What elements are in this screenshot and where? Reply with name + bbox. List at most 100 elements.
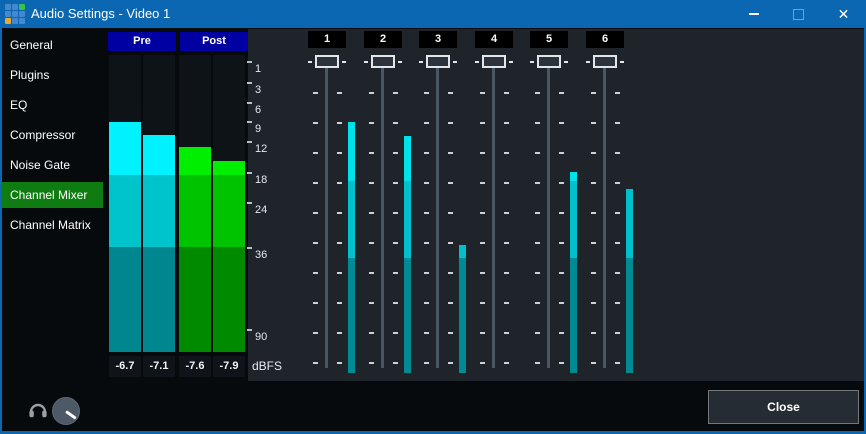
logo-square — [12, 4, 18, 10]
slider-tick — [615, 212, 620, 214]
slider-tick — [424, 92, 429, 94]
slider-tick — [424, 362, 429, 364]
channel-label-5: 5 — [530, 31, 568, 48]
knob-pointer — [65, 410, 77, 419]
vmix-logo-icon — [5, 4, 25, 24]
scale-label: 18 — [255, 175, 267, 186]
slider-tick — [615, 182, 620, 184]
slider-tick — [448, 212, 453, 214]
slider-tick — [337, 182, 342, 184]
slider-tick — [448, 122, 453, 124]
meter-value: -7.9 — [213, 356, 245, 377]
slider-tick — [559, 92, 564, 94]
slider-tick — [591, 122, 596, 124]
close-icon: ✕ — [838, 7, 850, 21]
scale-tick — [247, 247, 252, 249]
slider-tick — [337, 152, 342, 154]
sidebar-item-compressor[interactable]: Compressor — [0, 120, 103, 150]
slider-tick — [424, 152, 429, 154]
maximize-button[interactable] — [776, 0, 821, 28]
scale-tick — [247, 172, 252, 174]
slider-tick — [615, 152, 620, 154]
slider-dash — [308, 61, 312, 63]
volume-slider-track-2[interactable] — [381, 68, 384, 368]
logo-square — [5, 4, 11, 10]
slider-tick — [393, 212, 398, 214]
slider-tick — [337, 122, 342, 124]
volume-slider-handle-4[interactable] — [482, 55, 506, 68]
slider-tick — [448, 242, 453, 244]
titlebar[interactable]: Audio Settings - Video 1 ✕ — [0, 0, 866, 28]
volume-slider-track-1[interactable] — [325, 68, 328, 368]
slider-tick — [369, 212, 374, 214]
slider-tick — [393, 332, 398, 334]
scale-label: 12 — [255, 144, 267, 155]
slider-tick — [448, 182, 453, 184]
slider-tick — [393, 182, 398, 184]
slider-tick — [615, 362, 620, 364]
slider-tick — [393, 302, 398, 304]
close-window-button[interactable]: ✕ — [821, 0, 866, 28]
slider-tick — [504, 272, 509, 274]
headphone-volume-knob[interactable] — [52, 397, 80, 425]
maximize-icon — [793, 9, 804, 20]
slider-tick — [480, 302, 485, 304]
logo-square — [12, 11, 18, 17]
channel-label-2: 2 — [364, 31, 402, 48]
sidebar-item-noise-gate[interactable]: Noise Gate — [0, 150, 103, 180]
channel-meter-5 — [570, 172, 577, 373]
slider-tick — [337, 362, 342, 364]
slider-tick — [535, 182, 540, 184]
slider-tick — [559, 362, 564, 364]
sidebar-item-plugins[interactable]: Plugins — [0, 60, 103, 90]
slider-tick — [535, 122, 540, 124]
channel-label-3: 3 — [419, 31, 457, 48]
slider-tick — [369, 272, 374, 274]
sidebar-item-eq[interactable]: EQ — [0, 90, 103, 120]
scale-tick — [247, 141, 252, 143]
volume-slider-handle-6[interactable] — [593, 55, 617, 68]
slider-tick — [448, 362, 453, 364]
scale-label: 6 — [255, 105, 261, 116]
meter-value: -6.7 — [109, 356, 141, 377]
meter-group-label-post: Post — [180, 32, 248, 51]
volume-slider-handle-3[interactable] — [426, 55, 450, 68]
volume-slider-handle-5[interactable] — [537, 55, 561, 68]
slider-tick — [369, 122, 374, 124]
slider-dash — [509, 61, 513, 63]
volume-slider-handle-2[interactable] — [371, 55, 395, 68]
minimize-button[interactable] — [731, 0, 776, 28]
volume-slider-track-4[interactable] — [492, 68, 495, 368]
slider-tick — [504, 242, 509, 244]
slider-tick — [480, 242, 485, 244]
slider-tick — [424, 302, 429, 304]
slider-tick — [369, 152, 374, 154]
slider-tick — [591, 332, 596, 334]
scale-tick — [247, 329, 252, 331]
slider-tick — [535, 92, 540, 94]
slider-tick — [369, 242, 374, 244]
window-title: Audio Settings - Video 1 — [31, 0, 170, 28]
sidebar-item-channel-matrix[interactable]: Channel Matrix — [0, 210, 103, 240]
slider-tick — [480, 362, 485, 364]
channel-label-1: 1 — [308, 31, 346, 48]
sidebar-item-general[interactable]: General — [0, 30, 103, 60]
slider-tick — [504, 362, 509, 364]
meter-bar — [109, 122, 141, 352]
audio-settings-window: Audio Settings - Video 1 ✕ GeneralPlugin… — [0, 0, 866, 434]
sidebar-item-channel-mixer[interactable]: Channel Mixer — [0, 182, 103, 208]
volume-slider-track-3[interactable] — [436, 68, 439, 368]
scale-tick — [247, 202, 252, 204]
channel-label-6: 6 — [586, 31, 624, 48]
volume-slider-track-5[interactable] — [547, 68, 550, 368]
meter-bar — [179, 147, 211, 352]
slider-tick — [313, 122, 318, 124]
volume-slider-handle-1[interactable] — [315, 55, 339, 68]
volume-slider-track-6[interactable] — [603, 68, 606, 368]
slider-tick — [535, 212, 540, 214]
slider-dash — [530, 61, 534, 63]
slider-tick — [313, 92, 318, 94]
slider-tick — [424, 122, 429, 124]
slider-tick — [591, 152, 596, 154]
close-button[interactable]: Close — [708, 390, 859, 424]
